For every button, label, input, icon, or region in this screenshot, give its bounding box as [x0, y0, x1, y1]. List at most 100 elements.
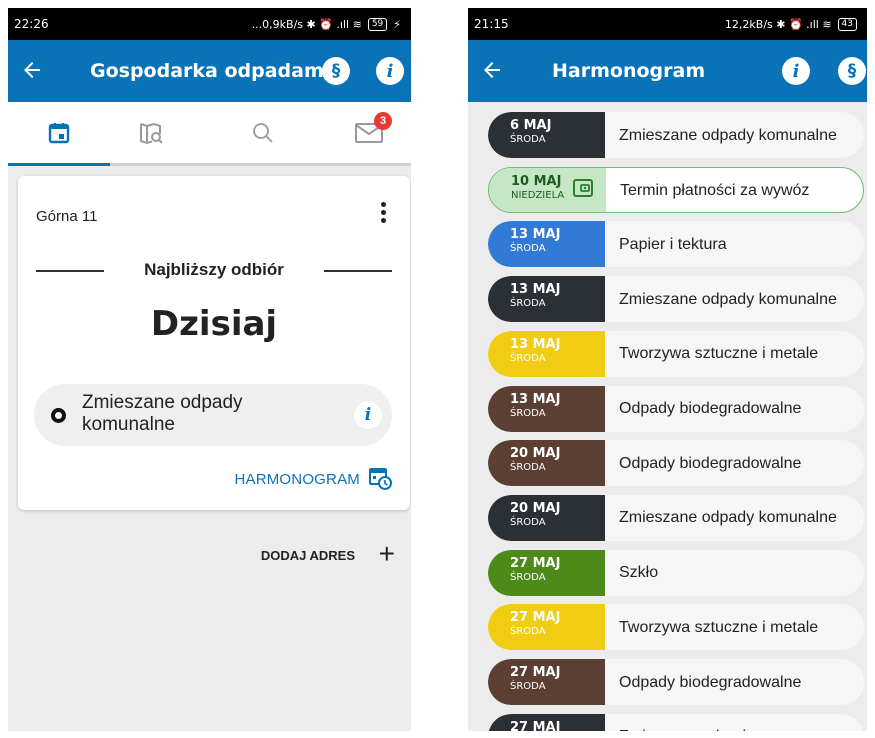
schedule-waste-type: Zmieszane odpady komunalne	[619, 509, 837, 527]
regulations-button[interactable]: §	[838, 57, 866, 85]
back-arrow-icon[interactable]	[20, 58, 44, 87]
active-tab-indicator	[8, 163, 110, 166]
battery-icon: 59	[367, 17, 388, 31]
status-indicator-text: 12,2kB/s ✱ ⏰ .ıll ≋	[724, 17, 832, 31]
schedule-date: 27 MAJ	[510, 665, 561, 680]
waste-info-button[interactable]: i	[354, 401, 382, 429]
schedule-row[interactable]: 6 MAJ ŚRODA Zmieszane odpady komunalne	[488, 112, 864, 158]
schedule-date-block: 13 MAJ ŚRODA	[488, 385, 605, 432]
battery-level: 59	[371, 18, 384, 29]
schedule-date: 13 MAJ	[510, 282, 561, 298]
schedule-weekday: ŚRODA	[510, 298, 546, 310]
schedule-row-payment[interactable]: 10 MAJ NIEDZIELA Termin płatności za wywóz	[488, 166, 864, 213]
charging-icon: ⚡	[393, 17, 401, 31]
waste-type-label: Zmieszane odpady komunalne	[82, 392, 243, 435]
schedule-date-block: 27 MAJŚRODA	[488, 604, 605, 651]
tab-messages[interactable]: 3	[354, 112, 392, 148]
schedule-date-block: 13 MAJ ŚRODA	[488, 221, 605, 268]
schedule-waste-type: Szkło	[619, 564, 659, 582]
schedule-row[interactable]: 13 MAJ ŚRODA Papier i tektura	[488, 221, 864, 268]
waste-type-pill[interactable]: Zmieszane odpady komunalne i	[34, 384, 392, 446]
schedule-waste-type: Papier i tektura	[619, 235, 727, 253]
schedule-calendar-icon[interactable]	[368, 466, 392, 495]
schedule-row[interactable]: 20 MAJ ŚRODA Odpady biodegradowalne	[488, 440, 864, 487]
schedule-date-block: 13 MAJ ŚRODA	[488, 276, 605, 323]
divider-right	[324, 270, 392, 272]
schedule-row[interactable]: 27 MAJŚRODA Zmieszane odpady	[488, 713, 864, 731]
status-indicators: 12,2kB/s ✱ ⏰ .ıll ≋ 43	[724, 17, 857, 31]
tab-search[interactable]	[248, 118, 278, 148]
schedule-row[interactable]: 13 MAJ ŚRODA Zmieszane odpady komunalne	[488, 276, 864, 323]
schedule-row[interactable]: 20 MAJ ŚRODA Zmieszane odpady komunalne	[488, 494, 864, 541]
calendar-icon	[48, 123, 70, 144]
schedule-waste-type: Zmieszane odpady komunalne	[619, 290, 837, 308]
tab-calendar[interactable]	[44, 118, 74, 148]
app-bar: Harmonogram i §	[468, 40, 867, 102]
waste-color-dot	[51, 408, 66, 423]
phone-screen-address: 22:26 ...0,9kB/s ✱ ⏰ .ıll ≋ 59 ⚡ Gospoda…	[8, 8, 411, 731]
schedule-row[interactable]: 27 MAJ ŚRODA Tworzywa sztuczne i metale	[488, 604, 864, 651]
page-title: Harmonogram	[552, 60, 706, 82]
schedule-weekday: ŚRODA	[510, 352, 546, 364]
schedule-weekday: ŚRODA	[510, 681, 546, 692]
schedule-date: 13 MAJ	[510, 336, 561, 352]
schedule-waste-type: Termin płatności za wywóz	[620, 182, 810, 200]
info-button[interactable]: i	[782, 57, 810, 85]
map-search-icon	[140, 122, 163, 145]
add-icon[interactable]: +	[379, 540, 395, 568]
tab-map[interactable]	[136, 118, 166, 148]
regulations-button[interactable]: §	[322, 57, 350, 85]
status-indicator-text: ...0,9kB/s ✱ ⏰ .ıll ≋	[251, 17, 362, 31]
schedule-row[interactable]: 27 MAJ ŚRODA Odpady biodegradowalne	[488, 659, 864, 705]
info-button[interactable]: i	[376, 57, 404, 85]
schedule-waste-type: Odpady biodegradowalne	[619, 454, 802, 472]
more-options-icon[interactable]	[378, 202, 388, 228]
status-bar: 21:15 12,2kB/s ✱ ⏰ .ıll ≋ 43	[468, 8, 867, 40]
address-card: Górna 11 Najbliższy odbiór Dzisiaj Zmies…	[18, 176, 410, 510]
schedule-date: 20 MAJ	[510, 446, 561, 462]
schedule-date-block: 20 MAJ ŚRODA	[488, 494, 605, 541]
schedule-weekday: ŚRODA	[510, 243, 546, 255]
schedule-date-block: 27 MAJŚRODA	[488, 713, 605, 731]
schedule-waste-type: Zmieszane odpady komunalne	[619, 126, 837, 144]
search-icon	[253, 123, 273, 143]
schedule-date: 6 MAJ	[510, 118, 552, 133]
schedule-date: 27 MAJ	[510, 555, 561, 571]
address-label: Górna 11	[36, 208, 98, 225]
back-arrow-icon[interactable]	[480, 58, 504, 87]
schedule-date: 13 MAJ	[510, 227, 561, 243]
schedule-weekday: ŚRODA	[510, 571, 546, 583]
status-time: 22:26	[14, 17, 49, 31]
status-time: 21:15	[474, 17, 509, 31]
schedule-weekday: ŚRODA	[510, 516, 546, 528]
schedule-date-block: 27 MAJŚRODA	[488, 659, 605, 705]
schedule-waste-type: Zmieszane odpady	[619, 714, 857, 731]
schedule-row[interactable]: 13 MAJ ŚRODA Odpady biodegradowalne	[488, 385, 864, 432]
schedule-row[interactable]: 13 MAJ ŚRODA Tworzywa sztuczne i metale	[488, 330, 864, 377]
schedule-weekday: ŚRODA	[510, 407, 546, 419]
schedule-date-block: 20 MAJ ŚRODA	[488, 440, 605, 487]
phone-screen-schedule: 21:15 12,2kB/s ✱ ⏰ .ıll ≋ 43 Harmonogram…	[468, 8, 867, 731]
schedule-waste-type: Tworzywa sztuczne i metale	[619, 618, 819, 636]
schedule-row[interactable]: 27 MAJ ŚRODA Szkło	[488, 549, 864, 596]
schedule-waste-type: Odpady biodegradowalne	[619, 673, 802, 691]
battery-icon: 43	[837, 17, 857, 31]
schedule-date: 27 MAJ	[510, 719, 561, 731]
schedule-date: 13 MAJ	[510, 391, 561, 407]
schedule-waste-type: Tworzywa sztuczne i metale	[619, 345, 819, 363]
schedule-weekday: ŚRODA	[510, 626, 546, 638]
payment-icon	[572, 177, 594, 204]
page-title: Gospodarka odpadami	[90, 60, 331, 82]
schedule-date-block: 27 MAJŚRODA	[488, 549, 605, 596]
schedule-weekday: ŚRODA	[510, 134, 546, 145]
tab-bar: 3	[8, 102, 411, 166]
app-bar: Gospodarka odpadami § i	[8, 40, 411, 102]
schedule-waste-type: Odpady biodegradowalne	[619, 400, 802, 417]
add-address-button[interactable]: DODAJ ADRES	[261, 548, 355, 563]
battery-level: 43	[841, 18, 853, 29]
status-bar: 22:26 ...0,9kB/s ✱ ⏰ .ıll ≋ 59 ⚡	[8, 8, 411, 40]
status-indicators: ...0,9kB/s ✱ ⏰ .ıll ≋ 59 ⚡	[251, 17, 401, 31]
schedule-link[interactable]: HARMONOGRAM	[234, 471, 360, 488]
next-pickup-date: Dzisiaj	[150, 304, 278, 344]
schedule-date: 20 MAJ	[510, 500, 561, 516]
